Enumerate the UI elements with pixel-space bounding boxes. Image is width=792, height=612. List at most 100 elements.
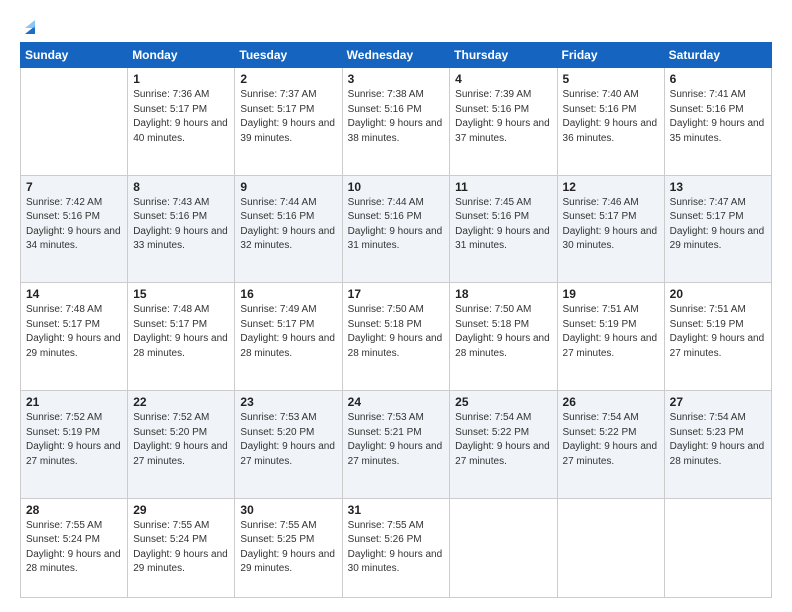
calendar-cell: 27 Sunrise: 7:54 AMSunset: 5:23 PMDayligh…: [664, 391, 771, 499]
page: SundayMondayTuesdayWednesdayThursdayFrid…: [0, 0, 792, 612]
calendar-header-row: SundayMondayTuesdayWednesdayThursdayFrid…: [21, 43, 772, 68]
calendar-cell: 21 Sunrise: 7:52 AMSunset: 5:19 PMDayligh…: [21, 391, 128, 499]
day-number: 11: [455, 180, 551, 194]
day-info: Sunrise: 7:48 AMSunset: 5:17 PMDaylight:…: [26, 303, 122, 361]
day-info: Sunrise: 7:44 AMSunset: 5:16 PMDaylight:…: [240, 196, 336, 254]
week-row-3: 14Sunrise: 7:48 AMSunset: 5:17 PMDayligh…: [21, 283, 772, 391]
calendar-cell: [21, 68, 128, 176]
day-info: Sunrise: 7:52 AMSunset: 5:20 PMDaylight:…: [133, 411, 229, 469]
col-header-tuesday: Tuesday: [235, 43, 342, 68]
col-header-sunday: Sunday: [21, 43, 128, 68]
calendar-cell: 7 Sunrise: 7:42 AMSunset: 5:16 PMDaylight…: [21, 175, 128, 283]
logo-arrow-icon: [21, 18, 39, 36]
col-header-monday: Monday: [128, 43, 235, 68]
calendar-cell: 18 Sunrise: 7:50 AMSunset: 5:18 PMDayligh…: [450, 283, 557, 391]
day-info: Sunrise: 7:55 AMSunset: 5:24 PMDaylight:…: [133, 519, 229, 577]
day-number: 26: [563, 395, 659, 409]
day-number: 8: [133, 180, 229, 194]
calendar-cell: 12 Sunrise: 7:46 AMSunset: 5:17 PMDayligh…: [557, 175, 664, 283]
week-row-5: 28 Sunrise: 7:55 AMSunset: 5:24 PMDayligh…: [21, 498, 772, 597]
day-number: 28: [26, 503, 122, 517]
calendar-cell: 1 Sunrise: 7:36 AMSunset: 5:17 PMDaylight…: [128, 68, 235, 176]
day-number: 17: [348, 287, 445, 301]
day-number: 18: [455, 287, 551, 301]
week-row-4: 21 Sunrise: 7:52 AMSunset: 5:19 PMDayligh…: [21, 391, 772, 499]
day-number: 13: [670, 180, 766, 194]
day-number: 22: [133, 395, 229, 409]
col-header-saturday: Saturday: [664, 43, 771, 68]
day-info: Sunrise: 7:48 AMSunset: 5:17 PMDaylight:…: [133, 303, 229, 361]
day-number: 12: [563, 180, 659, 194]
calendar-cell: 8 Sunrise: 7:43 AMSunset: 5:16 PMDaylight…: [128, 175, 235, 283]
calendar-cell: 6 Sunrise: 7:41 AMSunset: 5:16 PMDaylight…: [664, 68, 771, 176]
calendar-cell: 19Sunrise: 7:51 AMSunset: 5:19 PMDayligh…: [557, 283, 664, 391]
col-header-wednesday: Wednesday: [342, 43, 450, 68]
day-info: Sunrise: 7:54 AMSunset: 5:22 PMDaylight:…: [455, 411, 551, 469]
calendar-cell: 22 Sunrise: 7:52 AMSunset: 5:20 PMDayligh…: [128, 391, 235, 499]
calendar-cell: 2Sunrise: 7:37 AMSunset: 5:17 PMDaylight…: [235, 68, 342, 176]
day-info: Sunrise: 7:42 AMSunset: 5:16 PMDaylight:…: [26, 196, 122, 254]
day-info: Sunrise: 7:43 AMSunset: 5:16 PMDaylight:…: [133, 196, 229, 254]
day-number: 27: [670, 395, 766, 409]
day-info: Sunrise: 7:44 AMSunset: 5:16 PMDaylight:…: [348, 196, 445, 254]
calendar-cell: 11 Sunrise: 7:45 AMSunset: 5:16 PMDayligh…: [450, 175, 557, 283]
day-number: 9: [240, 180, 336, 194]
calendar-cell: 29Sunrise: 7:55 AMSunset: 5:24 PMDayligh…: [128, 498, 235, 597]
day-number: 19: [563, 287, 659, 301]
calendar-cell: 10 Sunrise: 7:44 AMSunset: 5:16 PMDayligh…: [342, 175, 450, 283]
day-number: 15: [133, 287, 229, 301]
day-info: Sunrise: 7:53 AMSunset: 5:21 PMDaylight:…: [348, 411, 445, 469]
calendar-cell: 31Sunrise: 7:55 AMSunset: 5:26 PMDayligh…: [342, 498, 450, 597]
day-info: Sunrise: 7:49 AMSunset: 5:17 PMDaylight:…: [240, 303, 336, 361]
week-row-1: 1 Sunrise: 7:36 AMSunset: 5:17 PMDaylight…: [21, 68, 772, 176]
day-info: Sunrise: 7:36 AMSunset: 5:17 PMDaylight:…: [133, 88, 229, 146]
calendar-cell: 14Sunrise: 7:48 AMSunset: 5:17 PMDayligh…: [21, 283, 128, 391]
day-number: 7: [26, 180, 122, 194]
day-number: 10: [348, 180, 445, 194]
day-info: Sunrise: 7:46 AMSunset: 5:17 PMDaylight:…: [563, 196, 659, 254]
day-number: 5: [563, 72, 659, 86]
logo: [20, 18, 40, 32]
week-row-2: 7 Sunrise: 7:42 AMSunset: 5:16 PMDaylight…: [21, 175, 772, 283]
calendar-cell: 15 Sunrise: 7:48 AMSunset: 5:17 PMDayligh…: [128, 283, 235, 391]
day-number: 20: [670, 287, 766, 301]
col-header-thursday: Thursday: [450, 43, 557, 68]
day-info: Sunrise: 7:55 AMSunset: 5:25 PMDaylight:…: [240, 519, 336, 577]
day-number: 24: [348, 395, 445, 409]
day-number: 21: [26, 395, 122, 409]
day-info: Sunrise: 7:55 AMSunset: 5:24 PMDaylight:…: [26, 519, 122, 577]
day-number: 16: [240, 287, 336, 301]
day-number: 23: [240, 395, 336, 409]
day-info: Sunrise: 7:47 AMSunset: 5:17 PMDaylight:…: [670, 196, 766, 254]
calendar-table: SundayMondayTuesdayWednesdayThursdayFrid…: [20, 42, 772, 598]
day-info: Sunrise: 7:52 AMSunset: 5:19 PMDaylight:…: [26, 411, 122, 469]
calendar-cell: 20 Sunrise: 7:51 AMSunset: 5:19 PMDayligh…: [664, 283, 771, 391]
day-number: 6: [670, 72, 766, 86]
calendar-cell: 5Sunrise: 7:40 AMSunset: 5:16 PMDaylight…: [557, 68, 664, 176]
day-number: 2: [240, 72, 336, 86]
day-info: Sunrise: 7:53 AMSunset: 5:20 PMDaylight:…: [240, 411, 336, 469]
calendar-cell: 3 Sunrise: 7:38 AMSunset: 5:16 PMDaylight…: [342, 68, 450, 176]
calendar-cell: [664, 498, 771, 597]
day-info: Sunrise: 7:50 AMSunset: 5:18 PMDaylight:…: [348, 303, 445, 361]
day-number: 1: [133, 72, 229, 86]
calendar-cell: [557, 498, 664, 597]
day-info: Sunrise: 7:54 AMSunset: 5:23 PMDaylight:…: [670, 411, 766, 469]
day-number: 3: [348, 72, 445, 86]
day-number: 4: [455, 72, 551, 86]
day-info: Sunrise: 7:41 AMSunset: 5:16 PMDaylight:…: [670, 88, 766, 146]
day-number: 25: [455, 395, 551, 409]
day-number: 30: [240, 503, 336, 517]
calendar-cell: 25 Sunrise: 7:54 AMSunset: 5:22 PMDayligh…: [450, 391, 557, 499]
calendar-cell: 24 Sunrise: 7:53 AMSunset: 5:21 PMDayligh…: [342, 391, 450, 499]
header: [20, 18, 772, 32]
calendar-cell: 13 Sunrise: 7:47 AMSunset: 5:17 PMDayligh…: [664, 175, 771, 283]
col-header-friday: Friday: [557, 43, 664, 68]
calendar-cell: 16 Sunrise: 7:49 AMSunset: 5:17 PMDayligh…: [235, 283, 342, 391]
day-info: Sunrise: 7:50 AMSunset: 5:18 PMDaylight:…: [455, 303, 551, 361]
day-info: Sunrise: 7:38 AMSunset: 5:16 PMDaylight:…: [348, 88, 445, 146]
calendar-cell: 28 Sunrise: 7:55 AMSunset: 5:24 PMDayligh…: [21, 498, 128, 597]
day-info: Sunrise: 7:51 AMSunset: 5:19 PMDaylight:…: [670, 303, 766, 361]
calendar-cell: 17 Sunrise: 7:50 AMSunset: 5:18 PMDayligh…: [342, 283, 450, 391]
day-info: Sunrise: 7:45 AMSunset: 5:16 PMDaylight:…: [455, 196, 551, 254]
